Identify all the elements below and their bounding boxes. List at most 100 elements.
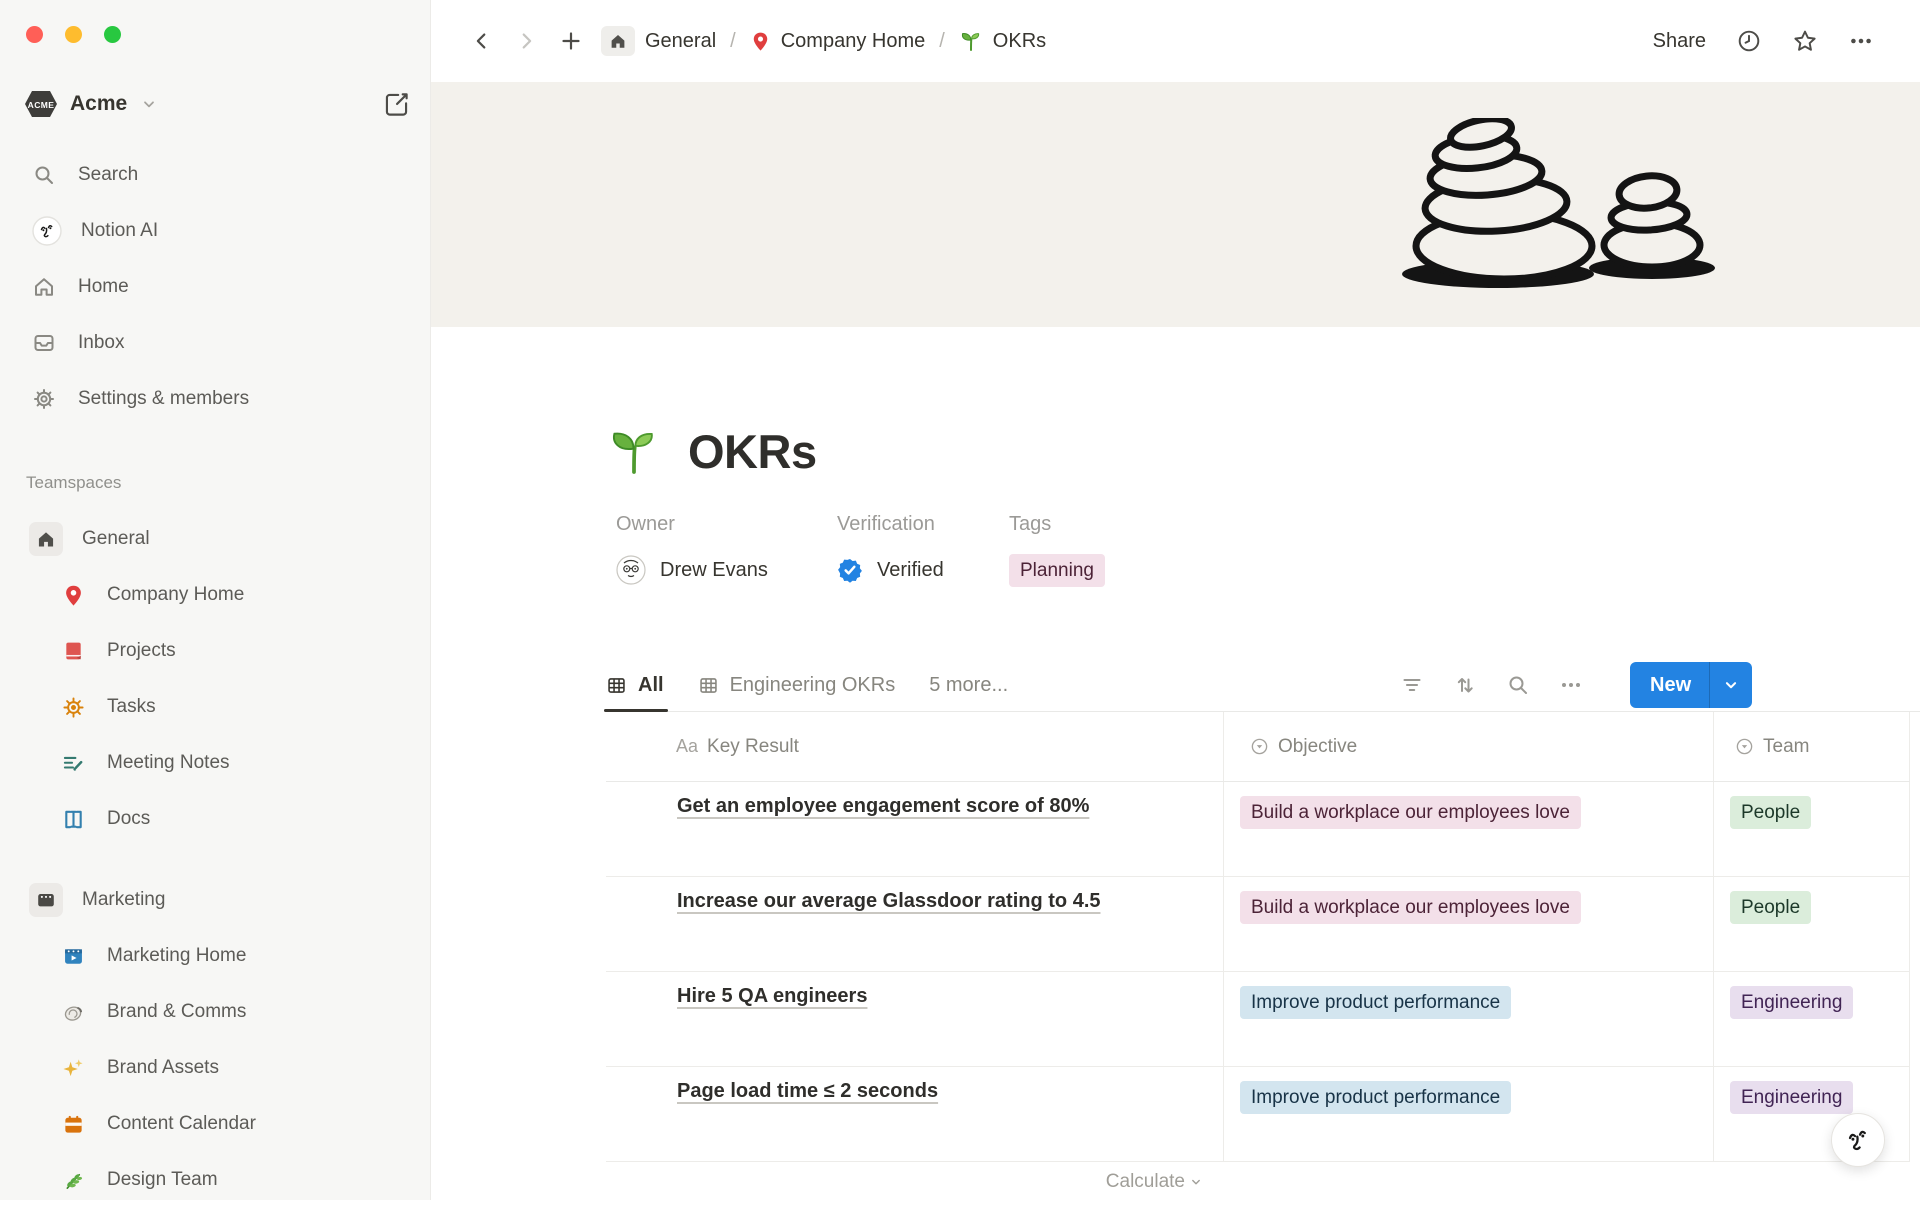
breadcrumb: General / Company Home / OKRs xyxy=(601,26,1046,56)
select-type-icon xyxy=(1735,737,1754,756)
close-window-button[interactable] xyxy=(26,26,43,43)
view-tab-more[interactable]: 5 more... xyxy=(929,659,1008,711)
workspace-name[interactable]: Acme xyxy=(70,92,127,116)
docs-icon xyxy=(62,808,85,831)
verified-badge-icon xyxy=(837,557,863,583)
page-cover[interactable] xyxy=(431,82,1920,327)
sidebar-teamspace-marketing[interactable]: Marketing xyxy=(0,872,430,928)
window-controls xyxy=(26,26,121,43)
key-result-cell[interactable]: Hire 5 QA engineers xyxy=(606,972,1223,1066)
avatar xyxy=(616,555,646,585)
key-result-cell[interactable]: Page load time ≤ 2 seconds xyxy=(606,1067,1223,1161)
property-label-owner: Owner xyxy=(616,513,837,536)
main-area: General / Company Home / OKRs Share xyxy=(431,0,1920,1200)
new-button[interactable]: New xyxy=(1630,662,1752,708)
objective-cell[interactable]: Build a workplace our employees love xyxy=(1223,782,1713,876)
stacked-stones-illustration xyxy=(1402,118,1722,293)
team-cell[interactable]: Engineering xyxy=(1713,972,1910,1066)
favorite-star-icon[interactable] xyxy=(1792,28,1818,54)
sparkles-icon xyxy=(62,1057,85,1080)
workspace-logo: ACME xyxy=(24,89,58,119)
sidebar-item-meeting-notes[interactable]: Meeting Notes xyxy=(0,735,430,791)
team-cell[interactable]: People xyxy=(1713,877,1910,971)
filter-icon[interactable] xyxy=(1400,673,1424,697)
database-views-bar: All Engineering OKRs 5 more... xyxy=(606,659,1920,712)
table-footer: Calculate xyxy=(606,1162,1910,1202)
forward-icon[interactable] xyxy=(515,30,537,52)
sidebar: ACME Acme Search xyxy=(0,0,431,1200)
minimize-window-button[interactable] xyxy=(65,26,82,43)
sidebar-item-search[interactable]: Search xyxy=(0,147,430,203)
page-content: OKRs Owner Drew Evans Verification xyxy=(606,327,1920,1200)
sidebar-item-company-home[interactable]: Company Home xyxy=(0,567,430,623)
view-options-icon[interactable] xyxy=(1559,673,1583,697)
tag-pill: Planning xyxy=(1009,554,1105,587)
table-row: Increase our average Glassdoor rating to… xyxy=(606,877,1910,972)
zoom-window-button[interactable] xyxy=(104,26,121,43)
column-header-team[interactable]: Team xyxy=(1713,712,1910,781)
pin-icon xyxy=(62,584,85,607)
objective-cell[interactable]: Improve product performance xyxy=(1223,1067,1713,1161)
sidebar-item-projects[interactable]: Projects xyxy=(0,623,430,679)
sidebar-item-inbox[interactable]: Inbox xyxy=(0,315,430,371)
property-label-verification: Verification xyxy=(837,513,1009,536)
sidebar-item-tasks[interactable]: Tasks xyxy=(0,679,430,735)
add-page-icon[interactable] xyxy=(559,29,583,53)
column-header-key-result[interactable]: Aa Key Result xyxy=(606,712,1223,781)
more-options-icon[interactable] xyxy=(1848,28,1874,54)
home-icon xyxy=(32,275,56,299)
property-label-tags: Tags xyxy=(1009,513,1105,536)
sidebar-item-content-calendar[interactable]: Content Calendar xyxy=(0,1096,430,1152)
pin-icon xyxy=(750,31,771,52)
sort-icon[interactable] xyxy=(1453,673,1477,697)
view-tab-engineering-okrs[interactable]: Engineering OKRs xyxy=(698,659,896,711)
view-tab-all[interactable]: All xyxy=(606,659,664,711)
sprout-icon xyxy=(959,29,983,53)
history-clock-icon[interactable] xyxy=(1736,28,1762,54)
objective-cell[interactable]: Build a workplace our employees love xyxy=(1223,877,1713,971)
sidebar-item-notion-ai[interactable]: Notion AI xyxy=(0,203,430,259)
inbox-icon xyxy=(32,331,56,355)
okr-table: Aa Key Result Objective Team Get xyxy=(606,712,1910,1202)
svg-text:ACME: ACME xyxy=(28,100,55,110)
share-button[interactable]: Share xyxy=(1653,30,1706,53)
calculate-button[interactable]: Calculate xyxy=(606,1162,1223,1202)
column-header-objective[interactable]: Objective xyxy=(1223,712,1713,781)
key-result-cell[interactable]: Increase our average Glassdoor rating to… xyxy=(606,877,1223,971)
sidebar-teamspace-general[interactable]: General xyxy=(0,511,430,567)
breadcrumb-company-home[interactable]: Company Home xyxy=(750,30,926,53)
key-result-cell[interactable]: Get an employee engagement score of 80% xyxy=(606,782,1223,876)
sidebar-item-settings[interactable]: Settings & members xyxy=(0,371,430,427)
breadcrumb-okrs[interactable]: OKRs xyxy=(959,29,1046,53)
topbar: General / Company Home / OKRs Share xyxy=(431,0,1920,82)
gear-icon xyxy=(32,387,56,411)
book-icon xyxy=(62,640,85,663)
chevron-down-icon[interactable] xyxy=(141,96,157,112)
helm-icon xyxy=(62,696,85,719)
shell-icon xyxy=(62,1001,85,1024)
sidebar-item-marketing-home[interactable]: Marketing Home xyxy=(0,928,430,984)
home-icon xyxy=(29,522,63,556)
sidebar-item-docs[interactable]: Docs xyxy=(0,791,430,847)
compose-icon[interactable] xyxy=(383,91,410,118)
breadcrumb-general[interactable]: General xyxy=(601,26,716,56)
back-icon[interactable] xyxy=(471,30,493,52)
property-value-tags[interactable]: Planning xyxy=(1009,552,1105,588)
notion-ai-button[interactable] xyxy=(1831,1113,1885,1167)
sprout-icon[interactable] xyxy=(606,423,662,479)
notion-ai-icon xyxy=(1838,1120,1878,1160)
sidebar-item-home[interactable]: Home xyxy=(0,259,430,315)
notes-icon xyxy=(62,752,85,775)
objective-cell[interactable]: Improve product performance xyxy=(1223,972,1713,1066)
sidebar-item-brand-comms[interactable]: Brand & Comms xyxy=(0,984,430,1040)
table-row: Page load time ≤ 2 seconds Improve produ… xyxy=(606,1067,1910,1162)
property-value-owner[interactable]: Drew Evans xyxy=(616,552,837,588)
sidebar-item-brand-assets[interactable]: Brand Assets xyxy=(0,1040,430,1096)
page-title[interactable]: OKRs xyxy=(688,424,817,479)
search-icon[interactable] xyxy=(1506,673,1530,697)
new-dropdown-icon[interactable] xyxy=(1709,662,1752,708)
team-cell[interactable]: People xyxy=(1713,782,1910,876)
property-value-verification[interactable]: Verified xyxy=(837,552,1009,588)
search-icon xyxy=(32,163,56,187)
notion-ai-icon xyxy=(32,216,62,246)
